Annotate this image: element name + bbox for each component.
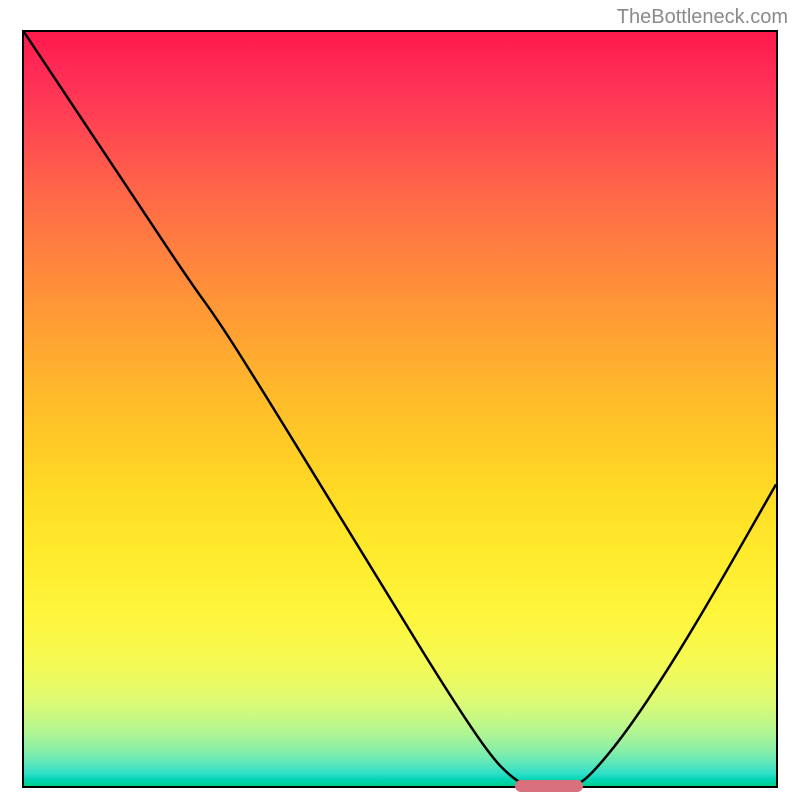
attribution-text: TheBottleneck.com: [617, 6, 788, 29]
valley-marker: [515, 780, 583, 792]
chart-frame: [22, 30, 778, 788]
chart-curve: [24, 32, 776, 786]
